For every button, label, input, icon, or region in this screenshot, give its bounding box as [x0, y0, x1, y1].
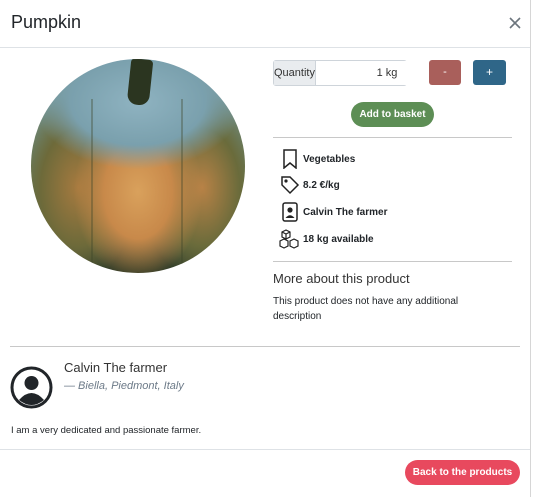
- divider: [273, 261, 512, 262]
- more-about-title: More about this product: [273, 271, 410, 286]
- price-tag-icon: [279, 174, 301, 196]
- close-icon[interactable]: [506, 14, 524, 32]
- footer-divider: [0, 449, 530, 450]
- add-to-basket-button[interactable]: Add to basket: [351, 102, 434, 127]
- pumpkin-stem: [126, 59, 154, 107]
- quantity-label: Quantity: [274, 61, 316, 85]
- info-farmer: Calvin The farmer: [279, 201, 387, 223]
- decrement-button[interactable]: -: [429, 60, 461, 85]
- availability-text: 18 kg available: [303, 233, 374, 245]
- modal-header: Pumpkin: [0, 0, 530, 48]
- divider: [10, 346, 520, 347]
- farmer-location: — Biella, Piedmont, Italy: [64, 380, 184, 392]
- back-to-products-button[interactable]: Back to the products: [405, 460, 520, 485]
- info-availability: 18 kg available: [279, 228, 374, 250]
- farmer-badge-icon: [279, 201, 301, 223]
- user-avatar-icon: [10, 366, 53, 409]
- product-image: [31, 59, 245, 273]
- product-modal: Pumpkin Quantity - + Add to basket Veget…: [0, 0, 531, 497]
- image-rib: [91, 99, 93, 269]
- modal-title: Pumpkin: [11, 12, 82, 32]
- farmer-text: Calvin The farmer: [303, 206, 388, 218]
- info-price: 8.2 €/kg: [279, 174, 340, 196]
- info-category: Vegetables: [279, 148, 355, 170]
- image-rib: [181, 99, 183, 269]
- boxes-icon: [279, 228, 301, 250]
- farmer-bio: I am a very dedicated and passionate far…: [11, 425, 202, 436]
- category-text: Vegetables: [303, 153, 356, 165]
- divider: [273, 137, 512, 138]
- price-text: 8.2 €/kg: [303, 179, 340, 191]
- farmer-name: Calvin The farmer: [64, 360, 168, 375]
- bookmark-icon: [279, 148, 301, 170]
- quantity-group: Quantity: [273, 60, 458, 86]
- more-about-description: This product does not have any additiona…: [273, 296, 459, 322]
- increment-button[interactable]: +: [473, 60, 506, 85]
